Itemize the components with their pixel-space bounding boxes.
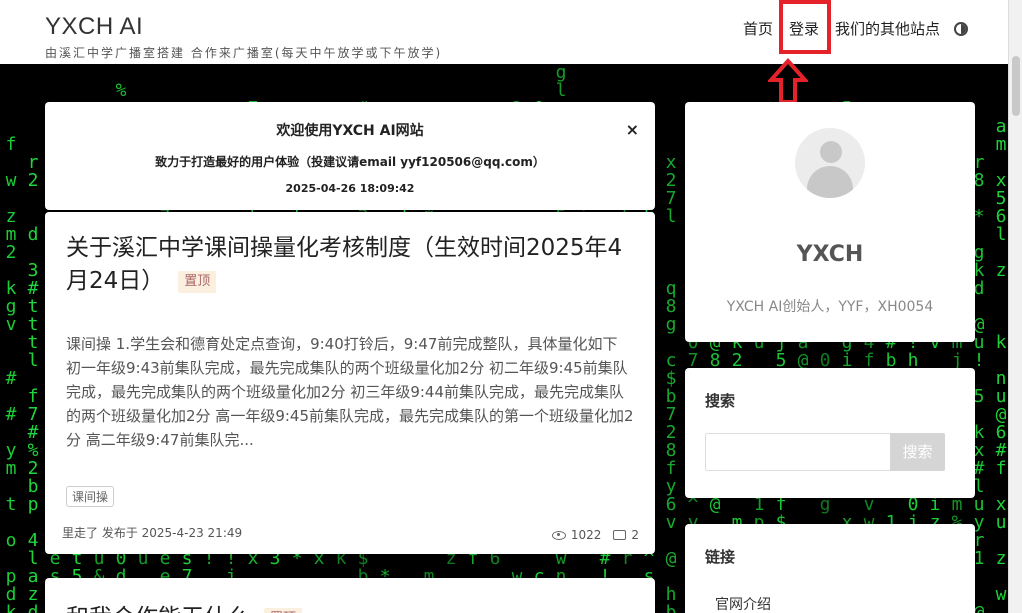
avatar-head	[820, 141, 842, 163]
comments-count: 2	[631, 528, 639, 542]
site-subtitle: 由溪汇中学广播室搭建 合作来广播室(每天中午放学或下午放学)	[45, 46, 443, 60]
nav-other-sites[interactable]: 我们的其他站点	[835, 18, 940, 39]
close-icon[interactable]: ×	[626, 120, 639, 139]
nav-login[interactable]: 登录	[778, 0, 831, 54]
theme-toggle-icon[interactable]	[954, 21, 968, 36]
notice-time: 2025-04-26 18:09:42	[285, 182, 415, 195]
brand: YXCH AI 由溪汇中学广播室搭建 合作来广播室(每天中午放学或下午放学)	[45, 12, 442, 61]
views-stat: 1022	[551, 528, 602, 542]
notice-title: 欢迎使用YXCH AI网站	[276, 123, 424, 139]
scrollbar-thumb[interactable]	[1012, 56, 1020, 116]
avatar-body	[807, 166, 853, 198]
search-button[interactable]: 搜索	[890, 433, 945, 471]
nav-home[interactable]: 首页	[743, 18, 773, 39]
comments-stat[interactable]: 2	[613, 528, 639, 542]
profile-desc: YXCH AI创始人，YYF，XH0054	[726, 299, 934, 315]
post-card-2: 和我合作能无什么 置顶	[45, 578, 655, 613]
link-item[interactable]: 官网介绍	[715, 594, 771, 613]
views-count: 1022	[570, 528, 602, 542]
post2-title[interactable]: 和我合作能无什么 置顶	[66, 598, 303, 613]
matrix-column: r 2 d 3 # t t t l f 7 # % 2 b p 4 l a z …	[27, 152, 39, 613]
login-highlight-box	[778, 0, 831, 54]
profile-name: YXCH	[796, 242, 864, 267]
avatar	[795, 128, 865, 198]
eye-icon	[551, 530, 566, 540]
matrix-column: x 2 7 l q 8 g c $ b 7 2 8 f y 6 v @ h b	[665, 152, 677, 613]
post-tag[interactable]: 课间操	[66, 486, 115, 507]
pin-badge-2: 置顶	[264, 607, 303, 613]
post-meta: 里走了 发布于 2025-4-23 21:49	[62, 526, 243, 540]
post2-title-text[interactable]: 和我合作能无什么	[66, 605, 250, 613]
post-stats: 1022 2	[540, 528, 639, 542]
notice-card: 欢迎使用YXCH AI网站 致力于打造最好的用户体验（投建议请email yyf…	[45, 102, 655, 210]
links-card: 链接 官网介绍	[685, 524, 975, 613]
matrix-column: f w z m 2 k g v # # y m t o p d k	[5, 134, 17, 613]
post-card: 关于溪汇中学课间操量化考核制度（生效时间2025年4月24日） 置顶 课间操 1.…	[45, 212, 655, 554]
notice-subtitle: 致力于打造最好的用户体验（投建议请email yyf120506@qq.com）	[155, 155, 545, 169]
search-title: 搜索	[705, 392, 736, 410]
comment-icon	[613, 530, 627, 540]
post-title[interactable]: 关于溪汇中学课间操量化考核制度（生效时间2025年4月24日） 置顶	[66, 232, 636, 298]
search-card: 搜索 搜索	[685, 368, 975, 498]
profile-card: YXCH YXCH AI创始人，YYF，XH0054	[685, 102, 975, 342]
search-input[interactable]	[705, 433, 891, 471]
arrow-up-icon	[768, 58, 808, 104]
post-excerpt: 课间操 1.学生会和德育处定点查询，9:40打铃后，9:47前完成整队，具体量化…	[66, 335, 634, 449]
matrix-column: a m x 5 6 l z k n u @ 6 # f x u z w	[995, 116, 1007, 605]
page-scrollbar[interactable]	[1008, 0, 1022, 613]
main-nav: 首页 登录 我们的其他站点	[727, 0, 968, 54]
site-title[interactable]: YXCH AI	[45, 12, 442, 42]
pin-badge: 置顶	[178, 270, 217, 293]
links-title: 链接	[705, 548, 736, 566]
post-title-text[interactable]: 关于溪汇中学课间操量化考核制度（生效时间2025年4月24日）	[66, 235, 622, 294]
site-header: YXCH AI 由溪汇中学广播室搭建 合作来广播室(每天中午放学或下午放学) 首…	[0, 0, 1008, 64]
